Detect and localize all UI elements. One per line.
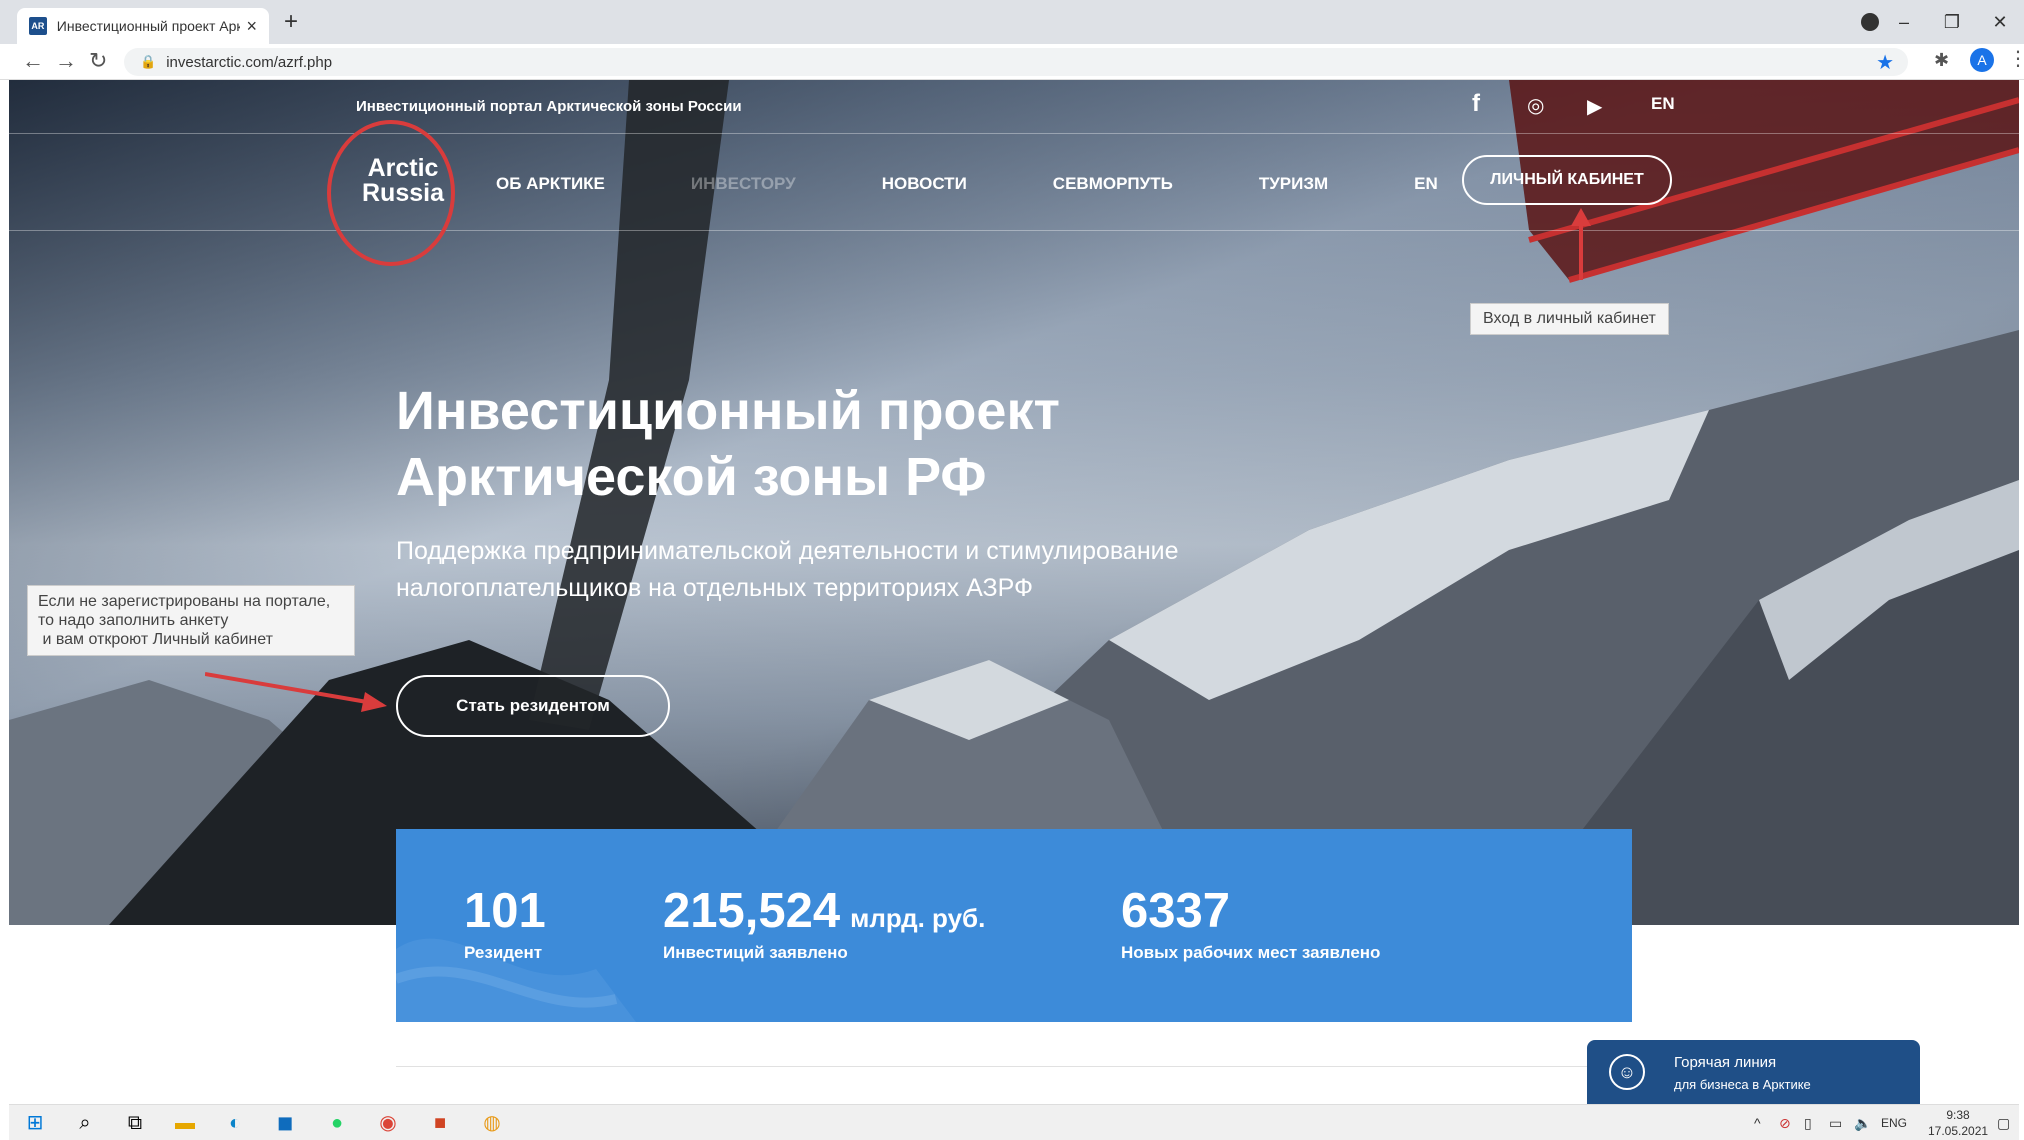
site-favicon-icon: AR xyxy=(29,17,47,35)
input-language[interactable]: ENG xyxy=(1881,1116,1907,1130)
register-hint-note: Если не зарегистрированы на портале, то … xyxy=(27,585,355,656)
web-page: Инвестиционный портал Арктической зоны Р… xyxy=(9,80,2019,1104)
profile-avatar[interactable]: A xyxy=(1970,48,1994,72)
restore-icon[interactable]: ❐ xyxy=(1928,12,1976,33)
notifications-icon[interactable]: ▢ xyxy=(1997,1115,2010,1132)
hero-subtitle-line-1: Поддержка предпринимательской деятельнос… xyxy=(396,537,1179,565)
stat-jobs-label: Новых рабочих мест заявлено xyxy=(1121,943,1381,962)
register-hint-line-2: то надо заполнить анкету xyxy=(38,612,229,629)
new-tab-icon[interactable]: + xyxy=(284,8,298,36)
stat-investments-value: 215,524 xyxy=(663,884,841,938)
stat-investments-label: Инвестиций заявлено xyxy=(663,943,848,962)
back-icon[interactable]: ← xyxy=(22,48,44,74)
tray-antivirus-icon[interactable]: ⊘ xyxy=(1779,1115,1791,1132)
forward-icon[interactable]: → xyxy=(55,48,77,74)
browser-tabstrip: AR Инвестиционный проект Аркти × + – ❐ ✕ xyxy=(0,0,2024,44)
youtube-icon[interactable]: ▶ xyxy=(1587,94,1602,119)
tray-usb-icon[interactable]: ▯ xyxy=(1804,1115,1812,1132)
stats-panel: 101 Резидент 215,524 млрд. руб. Инвестици… xyxy=(396,829,1632,1022)
register-hint-line-1: Если не зарегистрированы на портале, xyxy=(38,593,331,610)
main-nav: ОБ АРКТИКЕ ИНВЕСТОРУ НОВОСТИ СЕВМОРПУТЬ … xyxy=(496,174,1524,194)
windows-taskbar: ⊞ ⌕ ⧉ ▬ ◐ ◼ ● ◉ ■ ◍ ^ ⊘ ▯ ▭ 🔈 ENG 9:38 1… xyxy=(9,1104,2019,1140)
resident-arrow-annotation xyxy=(205,672,387,712)
register-hint-line-3: и вам откроют Личный кабинет xyxy=(38,631,273,648)
content-divider xyxy=(396,1066,1632,1067)
browser-menu-icon[interactable]: ⋮ xyxy=(2008,46,2024,71)
browser-toolbar: ← → ↻ 🔒 investarctic.com/azrf.php ★ xyxy=(0,44,2024,80)
reload-icon[interactable]: ↻ xyxy=(89,48,107,74)
file-explorer-icon[interactable]: ▬ xyxy=(173,1111,197,1135)
tab-search-icon[interactable] xyxy=(1861,13,1879,31)
tab-title: Инвестиционный проект Аркти xyxy=(56,18,241,34)
stat-investments-unit: млрд. руб. xyxy=(850,903,986,933)
stat-jobs: 6337 Новых рабочих мест заявлено xyxy=(1121,883,1380,963)
hotline-widget[interactable]: ☺ Горячая линия для бизнеса в Арктике xyxy=(1587,1040,1920,1104)
app-1c-icon[interactable]: ◍ xyxy=(480,1111,504,1135)
personal-cabinet-button[interactable]: ЛИЧНЫЙ КАБИНЕТ xyxy=(1462,155,1672,205)
chatbot-icon: ☺ xyxy=(1609,1054,1645,1090)
task-view-icon[interactable]: ⧉ xyxy=(123,1111,147,1135)
screen: AR Инвестиционный проект Аркти × + – ❐ ✕… xyxy=(0,0,2024,1140)
stat-residents-label: Резидент xyxy=(464,943,543,962)
window-close-icon[interactable]: ✕ xyxy=(1976,12,2024,33)
hotline-title: Горячая линия xyxy=(1674,1054,1777,1071)
outlook-icon[interactable]: ◼ xyxy=(273,1111,297,1135)
url-text: investarctic.com/azrf.php xyxy=(166,53,333,71)
address-bar[interactable]: 🔒 investarctic.com/azrf.php ★ xyxy=(124,48,1908,76)
bookmark-star-icon[interactable]: ★ xyxy=(1876,50,1894,75)
hero-title-line-2: Арктической зоны РФ xyxy=(396,447,987,507)
nav-tourism[interactable]: ТУРИЗМ xyxy=(1259,174,1328,194)
powerpoint-icon[interactable]: ■ xyxy=(428,1111,452,1135)
stat-jobs-value: 6337 xyxy=(1121,884,1231,938)
hotline-subtitle: для бизнеса в Арктике xyxy=(1674,1077,1811,1092)
volume-muted-icon[interactable]: 🔈 xyxy=(1854,1115,1871,1132)
tab-close-icon[interactable]: × xyxy=(246,16,257,37)
extensions-icon[interactable]: ✱ xyxy=(1934,50,1949,71)
cabinet-hint-note: Вход в личный кабинет xyxy=(1470,303,1669,335)
whatsapp-icon[interactable]: ● xyxy=(325,1111,349,1135)
header-divider xyxy=(9,133,2019,134)
window-controls: – ❐ ✕ xyxy=(1880,0,2024,44)
tray-chevron-icon[interactable]: ^ xyxy=(1754,1115,1761,1131)
instagram-icon[interactable]: ◎ xyxy=(1527,93,1544,118)
stat-residents-value: 101 xyxy=(464,884,546,938)
become-resident-button[interactable]: Стать резидентом xyxy=(396,675,670,737)
system-clock[interactable]: 9:38 17.05.2021 xyxy=(1928,1107,1988,1139)
hero-title-line-1: Инвестиционный проект xyxy=(396,381,1060,441)
network-icon[interactable]: ▭ xyxy=(1829,1115,1842,1132)
portal-tagline: Инвестиционный портал Арктической зоны Р… xyxy=(356,98,742,115)
windows-start-icon[interactable]: ⊞ xyxy=(23,1111,47,1135)
nav-language[interactable]: EN xyxy=(1414,174,1438,194)
hero-subtitle-line-2: налогоплательщиков на отдельных территор… xyxy=(396,574,1033,602)
stat-residents: 101 Резидент xyxy=(464,883,546,963)
nav-about[interactable]: ОБ АРКТИКЕ xyxy=(496,174,605,194)
chrome-icon[interactable]: ◉ xyxy=(376,1111,400,1135)
nav-divider xyxy=(9,230,2019,231)
nav-sevmorput[interactable]: СЕВМОРПУТЬ xyxy=(1053,174,1173,194)
nav-news[interactable]: НОВОСТИ xyxy=(882,174,967,194)
cabinet-arrow-annotation xyxy=(1571,208,1591,280)
lock-icon: 🔒 xyxy=(140,54,157,69)
facebook-icon[interactable]: f xyxy=(1472,90,1480,118)
stat-investments: 215,524 млрд. руб. Инвестиций заявлено xyxy=(663,883,985,963)
logo-highlight-circle xyxy=(327,120,455,266)
language-switch-top[interactable]: EN xyxy=(1651,94,1675,114)
hero-subtitle: Поддержка предпринимательской деятельнос… xyxy=(396,533,1256,607)
hero-title: Инвестиционный проект Арктической зоны Р… xyxy=(396,378,1060,510)
minimize-icon[interactable]: – xyxy=(1880,12,1928,33)
search-icon[interactable]: ⌕ xyxy=(73,1111,97,1135)
nav-investor[interactable]: ИНВЕСТОРУ xyxy=(691,174,796,194)
browser-tab[interactable]: AR Инвестиционный проект Аркти × xyxy=(17,8,269,44)
clock-time: 9:38 xyxy=(1946,1108,1970,1122)
clock-date: 17.05.2021 xyxy=(1928,1124,1989,1138)
edge-icon[interactable]: ◐ xyxy=(223,1111,247,1135)
